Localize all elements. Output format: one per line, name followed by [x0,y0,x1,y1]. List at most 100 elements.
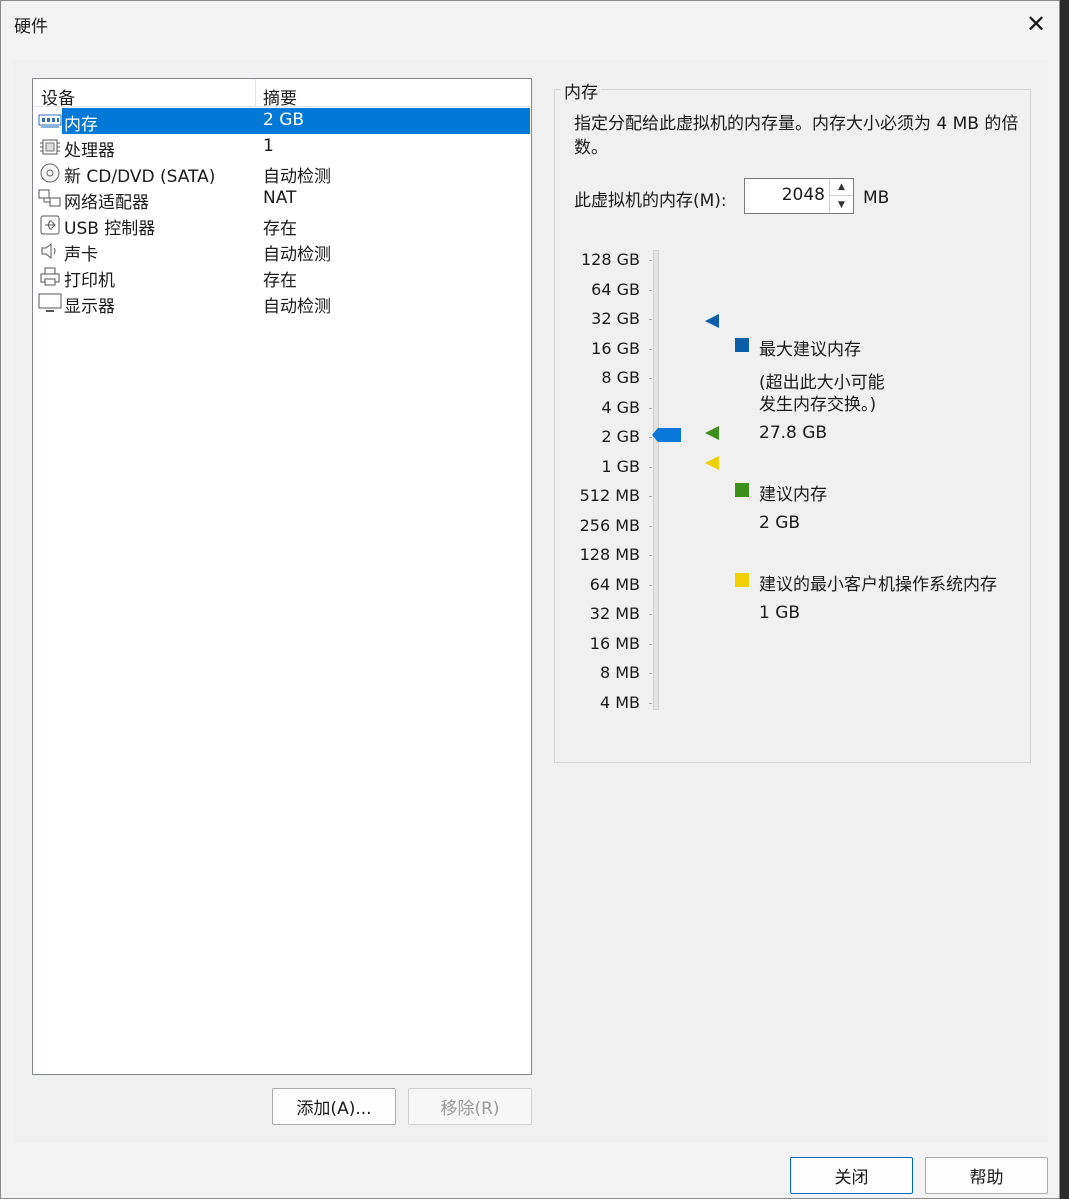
close-button[interactable]: 关闭 [790,1157,913,1194]
scale-tick-mark [649,260,652,261]
max-recommended-swatch [735,338,749,352]
device-summary: 自动检测 [263,167,331,187]
scale-tick-label: 16 GB [591,339,640,358]
min-recommended-label: 建议的最小客户机操作系统内存 [759,575,997,595]
title-bar: 硬件 ✕ [1,1,1059,47]
device-name: 打印机 [64,271,115,291]
device-row-memory[interactable]: 内存 2 GB [33,108,530,135]
device-summary: 2 GB [263,110,305,130]
scale-tick-mark [649,526,652,527]
scale-tick-mark [649,585,652,586]
device-name: 新 CD/DVD (SATA) [64,167,216,187]
network-icon [38,189,62,209]
device-name: USB 控制器 [64,219,156,239]
memory-icon [38,111,62,131]
device-summary: 自动检测 [263,245,331,265]
memory-unit: MB [863,188,890,208]
device-summary: NAT [263,188,297,208]
spin-down-icon[interactable]: ▼ [829,196,853,213]
scale-tick-mark [649,614,652,615]
device-name: 显示器 [64,297,115,317]
printer-icon [38,267,62,287]
device-name: 网络适配器 [64,193,149,213]
scale-tick-mark [649,408,652,409]
remove-button[interactable]: 移除(R) [408,1088,532,1125]
scale-tick-mark [649,467,652,468]
device-name: 声卡 [64,245,98,265]
device-list-header: 设备 摘要 [33,79,531,109]
scale-tick-label: 1 GB [601,457,640,476]
device-summary: 存在 [263,271,297,291]
close-icon[interactable]: ✕ [1013,1,1059,47]
device-row-sound[interactable]: 声卡 自动检测 [33,238,530,265]
min-recommended-value: 1 GB [759,603,801,623]
device-summary: 存在 [263,219,297,239]
recommended-swatch [735,483,749,497]
scale-tick-label: 8 GB [601,368,640,387]
scale-tick-label: 16 MB [589,634,640,653]
scale-tick-label: 8 MB [599,663,640,682]
device-row-cd-dvd[interactable]: 新 CD/DVD (SATA) 自动检测 [33,160,530,187]
column-summary[interactable]: 摘要 [263,84,297,109]
memory-slider-track[interactable] [653,250,659,710]
recommended-value: 2 GB [759,513,801,533]
scale-tick-mark [649,378,652,379]
memory-field-label: 此虚拟机的内存(M): [574,191,727,211]
cd-dvd-icon [38,163,62,183]
monitor-icon [38,293,62,313]
recommended-marker [705,426,719,440]
scale-tick-mark [649,644,652,645]
scale-tick-mark [649,290,652,291]
min-recommended-swatch [735,573,749,587]
scale-tick-mark [649,496,652,497]
scale-tick-label: 4 MB [599,693,640,712]
scale-tick-mark [649,349,652,350]
add-button[interactable]: 添加(A)... [272,1088,396,1125]
scale-tick-mark [649,555,652,556]
device-row-network[interactable]: 网络适配器 NAT [33,186,530,213]
device-summary: 1 [263,136,274,156]
max-recommended-note: 发生内存交换。) [759,395,877,415]
device-row-usb[interactable]: USB 控制器 存在 [33,212,530,239]
scale-tick-label: 32 GB [591,309,640,328]
hardware-dialog: 硬件 ✕ 设备 摘要 内存 2 GB 处理器 1 新 CD/DVD (SATA)… [0,0,1060,1199]
device-row-display[interactable]: 显示器 自动检测 [33,290,530,317]
scale-tick-label: 64 MB [589,575,640,594]
max-recommended-label: 最大建议内存 [759,340,861,360]
memory-spinbox[interactable]: 2048 ▲ ▼ [744,178,854,214]
scale-tick-label: 128 GB [581,250,640,269]
scale-tick-mark [649,673,652,674]
device-list[interactable]: 设备 摘要 内存 2 GB 处理器 1 新 CD/DVD (SATA) 自动检测… [32,78,532,1075]
usb-icon [38,215,62,235]
min-recommended-marker [705,456,719,470]
scale-tick-mark [649,319,652,320]
scale-tick-mark [649,703,652,704]
spin-up-icon[interactable]: ▲ [829,179,853,196]
scale-tick-label: 128 MB [579,545,640,564]
scale-tick-label: 512 MB [579,486,640,505]
scale-tick-label: 2 GB [601,427,640,446]
help-button[interactable]: 帮助 [925,1157,1048,1194]
scale-tick-label: 4 GB [601,398,640,417]
window-title: 硬件 [14,17,48,37]
device-row-printer[interactable]: 打印机 存在 [33,264,530,291]
recommended-label: 建议内存 [759,485,827,505]
cpu-icon [38,137,62,157]
memory-slider-thumb[interactable] [652,427,682,443]
device-name: 内存 [64,115,98,135]
device-row-processor[interactable]: 处理器 1 [33,134,530,161]
speaker-icon [38,241,62,261]
group-title: 内存 [561,78,601,103]
scale-tick-label: 64 GB [591,280,640,299]
scale-tick-label: 256 MB [579,516,640,535]
dialog-body: 设备 摘要 内存 2 GB 处理器 1 新 CD/DVD (SATA) 自动检测… [13,60,1048,1143]
device-summary: 自动检测 [263,297,331,317]
scale-tick-label: 32 MB [589,604,640,623]
device-name: 处理器 [64,141,115,161]
max-recommended-value: 27.8 GB [759,423,828,443]
memory-description: 指定分配给此虚拟机的内存量。内存大小必须为 4 MB 的倍数。 [574,114,1019,158]
column-device[interactable]: 设备 [41,84,75,109]
max-recommended-marker [705,314,719,328]
memory-value-input[interactable]: 2048 [782,185,825,205]
column-divider[interactable] [255,79,256,107]
